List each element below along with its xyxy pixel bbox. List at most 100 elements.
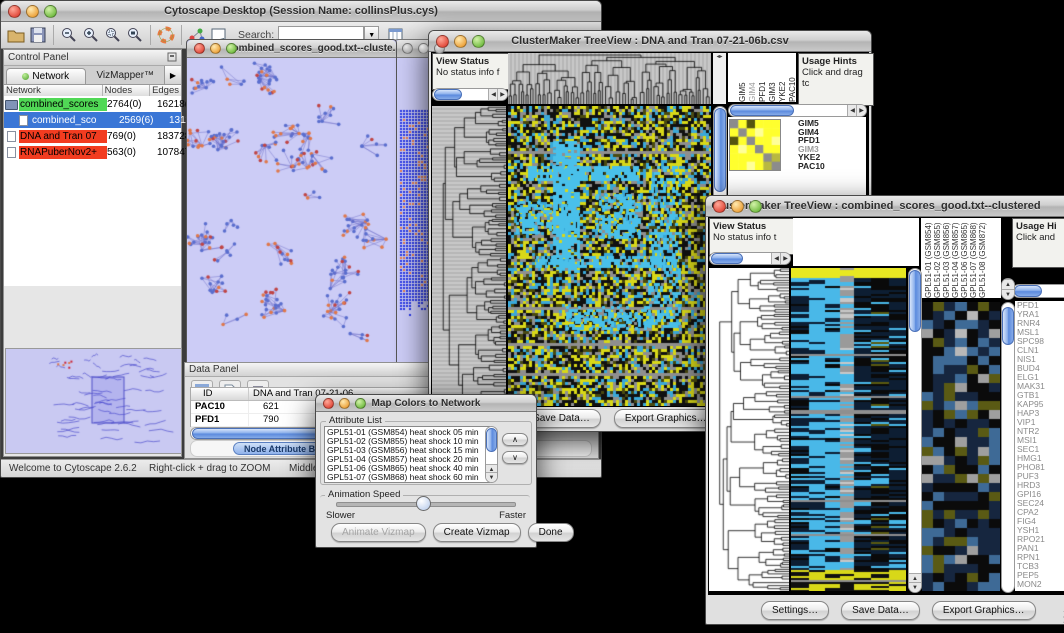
mini-col-label: GIM4: [748, 53, 757, 102]
dialog-button[interactable]: Done: [528, 523, 574, 542]
gene-label: TCB3: [1017, 562, 1064, 571]
dialog-button[interactable]: Create Vizmap: [433, 523, 521, 542]
tv1-heatmap[interactable]: [508, 106, 711, 406]
network-row[interactable]: DNA and Tran 07 769(0) 183728(0): [4, 128, 181, 144]
treeview-button[interactable]: Settings…: [761, 601, 829, 620]
status-hint-zoom: Right-click + drag to ZOOM: [149, 463, 270, 474]
zoom-fit-icon[interactable]: [124, 24, 146, 46]
tv2-heatmap[interactable]: [791, 268, 906, 591]
tv1-column-dendrogram[interactable]: [508, 53, 711, 104]
scroll-right-icon[interactable]: ▶: [780, 253, 790, 264]
minimize-button[interactable]: [210, 43, 221, 54]
tv2-row-dendrogram[interactable]: [709, 268, 789, 591]
minimize-button[interactable]: [418, 43, 429, 54]
tv2-col-label: GPL51-03 (GSM856): [942, 220, 951, 298]
zoom-out-icon[interactable]: [58, 24, 80, 46]
zoom-button[interactable]: [355, 398, 366, 409]
network-view-1[interactable]: [187, 58, 394, 366]
scroll-right-icon[interactable]: ▶: [856, 105, 866, 116]
network-row[interactable]: RNAPuberNov2+ 563(0) 107847(0): [4, 144, 181, 160]
network-name: RNAPuberNov2+: [19, 146, 107, 159]
zoom-button[interactable]: [472, 35, 485, 48]
zoom-button[interactable]: [44, 5, 57, 18]
close-button[interactable]: [323, 398, 334, 409]
treeview1-titlebar[interactable]: ClusterMaker TreeView : DNA and Tran 07-…: [429, 31, 871, 52]
dialog-button[interactable]: Animate Vizmap: [331, 523, 426, 542]
help-ring-icon[interactable]: [155, 24, 177, 46]
control-panel-title: Control Panel: [8, 52, 69, 63]
attribute-item[interactable]: GPL51-07 (GSM868) heat shock 60 min: [327, 473, 487, 482]
network-row[interactable]: combined_sco 2569(6) 13112(15): [4, 112, 181, 128]
tv2-status-hscrollbar[interactable]: ◀ ▶: [709, 252, 791, 265]
tv1-mini-heatmap[interactable]: [729, 119, 781, 171]
save-session-icon[interactable]: [27, 24, 49, 46]
toolbar-separator: [53, 25, 54, 45]
minimize-button[interactable]: [454, 35, 467, 48]
move-down-button[interactable]: ∨: [502, 451, 528, 464]
tv2-view-status-body: No status info t: [713, 232, 776, 243]
tv2-vscrollbar[interactable]: ▲ ▼: [908, 268, 922, 593]
tv1-status-hscrollbar[interactable]: ◀ ▶: [432, 88, 508, 101]
zoom-selected-icon[interactable]: [102, 24, 124, 46]
close-button[interactable]: [436, 35, 449, 48]
close-button[interactable]: [8, 5, 21, 18]
tv2-zoom-arrows[interactable]: ▲ ▼: [1001, 278, 1015, 300]
tv1-mini-arrows[interactable]: ◂▸: [713, 53, 726, 104]
tv2-column-dendrogram[interactable]: [793, 218, 919, 266]
main-titlebar[interactable]: Cytoscape Desktop (Session Name: collins…: [1, 1, 601, 22]
close-button[interactable]: [713, 200, 726, 213]
zoom-button[interactable]: [749, 200, 762, 213]
attribute-list[interactable]: GPL51-01 (GSM854) heat shock 05 minGPL51…: [324, 426, 490, 483]
scroll-down-icon[interactable]: ▼: [1002, 289, 1014, 299]
frame1-title: combined_scores_good.txt--cluste...: [227, 43, 396, 54]
tv2-zoom-vscrollbar[interactable]: [1001, 302, 1015, 593]
tv1-row-dendrogram[interactable]: [432, 106, 506, 406]
zoom-in-icon[interactable]: [80, 24, 102, 46]
network-row-icon: [16, 114, 31, 126]
minimize-button[interactable]: [26, 5, 39, 18]
attr-row-id: PAC10: [191, 401, 249, 413]
speed-slider-thumb[interactable]: [416, 496, 431, 511]
tv1-mini-hscrollbar[interactable]: ◀ ▶: [728, 104, 867, 117]
panel-float-icon[interactable]: [167, 49, 177, 67]
gene-label: HAP3: [1017, 409, 1064, 418]
dialog-titlebar[interactable]: Map Colors to Network: [316, 395, 536, 412]
frame1-titlebar[interactable]: combined_scores_good.txt--cluste...: [187, 40, 396, 58]
scroll-up-icon[interactable]: ▲: [1002, 279, 1014, 289]
toolbar-separator: [181, 25, 182, 45]
toolbar-separator: [150, 25, 151, 45]
treeview2-titlebar[interactable]: ClusterMaker TreeView : combined_scores_…: [706, 196, 1064, 217]
treeview-button[interactable]: Export Graphics…: [614, 409, 718, 428]
tab-network[interactable]: Network: [6, 68, 86, 84]
network-row-icon: [4, 130, 19, 142]
attribute-list-vscrollbar[interactable]: ▲ ▼: [485, 426, 498, 483]
window-controls: [8, 5, 57, 18]
move-up-button[interactable]: ∧: [502, 433, 528, 446]
attribute-list-label: Attribute List: [326, 415, 385, 426]
dialog-button-row: Animate VizmapCreate VizmapDone: [316, 523, 551, 542]
gene-label: HRD3: [1017, 481, 1064, 490]
data-col-id[interactable]: ID: [191, 388, 249, 400]
tv2-hints-hscrollbar[interactable]: [1012, 284, 1064, 298]
scroll-right-icon[interactable]: ▶: [497, 89, 507, 100]
tab-vizmapper[interactable]: VizMapper™: [87, 66, 165, 84]
birdseye-view[interactable]: [6, 349, 179, 451]
treeview-button[interactable]: Export Graphics…: [932, 601, 1036, 620]
gene-label: SPC98: [1017, 337, 1064, 346]
minimize-button[interactable]: [339, 398, 350, 409]
treeview-button[interactable]: Save Data…: [841, 601, 920, 620]
network-row[interactable]: combined_scores 2764(0) 16218(0): [4, 96, 181, 112]
minimize-button[interactable]: [731, 200, 744, 213]
network-nodes: 2569(6): [119, 115, 169, 126]
scroll-down-icon[interactable]: ▼: [486, 472, 497, 482]
scroll-down-icon[interactable]: ▼: [909, 582, 921, 592]
tab-overflow-button[interactable]: ▶: [164, 66, 181, 84]
gene-label: RNR4: [1017, 319, 1064, 328]
gene-label: GTB1: [1017, 391, 1064, 400]
dialog-window-controls: [323, 398, 366, 409]
tv2-zoom-heatmap[interactable]: [922, 302, 1000, 591]
open-session-icon[interactable]: [5, 24, 27, 46]
zoom-button[interactable]: [226, 43, 237, 54]
close-button[interactable]: [194, 43, 205, 54]
close-button[interactable]: [402, 43, 413, 54]
